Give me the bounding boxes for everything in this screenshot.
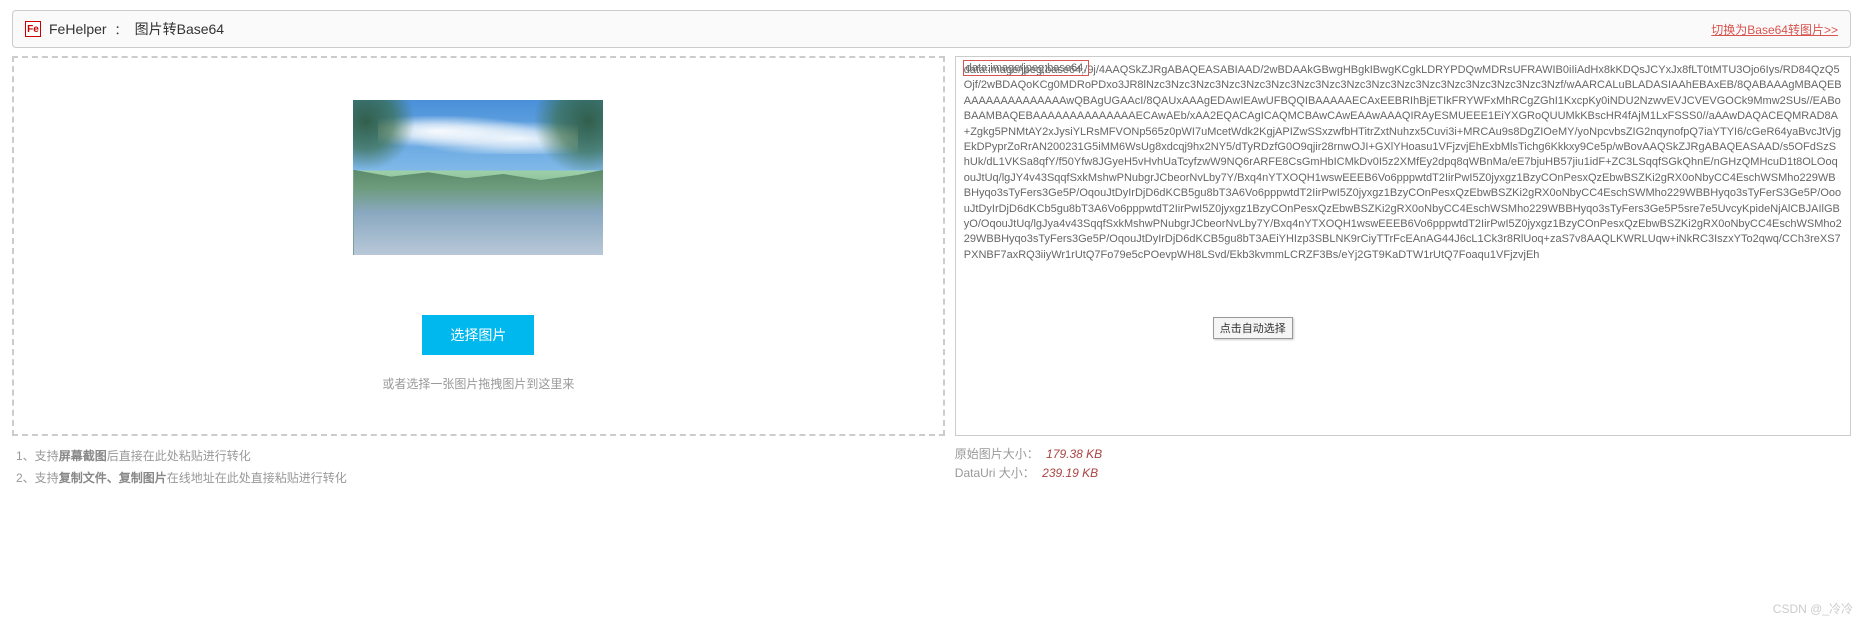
drop-zone[interactable]: 选择图片 或者选择一张图片拖拽图片到这里来	[12, 56, 945, 436]
base64-output[interactable]	[955, 56, 1851, 436]
datauri-size-row: DataUri 大小： 239.19 KB	[955, 464, 1851, 483]
select-image-button[interactable]: 选择图片	[422, 315, 534, 355]
header-left: Fe FeHelper ： 图片转Base64	[25, 19, 224, 39]
preview-image	[353, 100, 603, 255]
drop-hint: 或者选择一张图片拖拽图片到这里来	[382, 375, 574, 392]
header-bar: Fe FeHelper ： 图片转Base64 切换为Base64转图片>>	[12, 10, 1851, 48]
datauri-size-label: DataUri 大小：	[955, 466, 1035, 480]
tips-section: 1、支持屏幕截图后直接在此处粘贴进行转化 2、支持复制文件、复制图片在线地址在此…	[12, 446, 945, 489]
app-logo: Fe	[25, 21, 41, 37]
original-size-label: 原始图片大小：	[955, 447, 1039, 461]
tip-1: 1、支持屏幕截图后直接在此处粘贴进行转化	[16, 446, 945, 468]
auto-select-tooltip: 点击自动选择	[1213, 317, 1293, 339]
size-info: 原始图片大小： 179.38 KB DataUri 大小： 239.19 KB	[955, 445, 1851, 483]
right-panel: data:image/jpeg;base64, 点击自动选择 原始图片大小： 1…	[955, 56, 1851, 489]
watermark: CSDN @_冷冷	[1773, 600, 1853, 617]
original-size-row: 原始图片大小： 179.38 KB	[955, 445, 1851, 464]
original-size-value: 179.38 KB	[1046, 447, 1102, 461]
switch-mode-link[interactable]: 切换为Base64转图片>>	[1711, 21, 1838, 38]
datauri-size-value: 239.19 KB	[1042, 466, 1098, 480]
main-content: 选择图片 或者选择一张图片拖拽图片到这里来 1、支持屏幕截图后直接在此处粘贴进行…	[2, 56, 1861, 489]
left-panel: 选择图片 或者选择一张图片拖拽图片到这里来 1、支持屏幕截图后直接在此处粘贴进行…	[12, 56, 945, 489]
app-name: FeHelper	[49, 21, 107, 37]
separator: ：	[115, 21, 127, 38]
page-title: 图片转Base64	[135, 19, 224, 39]
tip-2: 2、支持复制文件、复制图片在线地址在此处直接粘贴进行转化	[16, 468, 945, 490]
